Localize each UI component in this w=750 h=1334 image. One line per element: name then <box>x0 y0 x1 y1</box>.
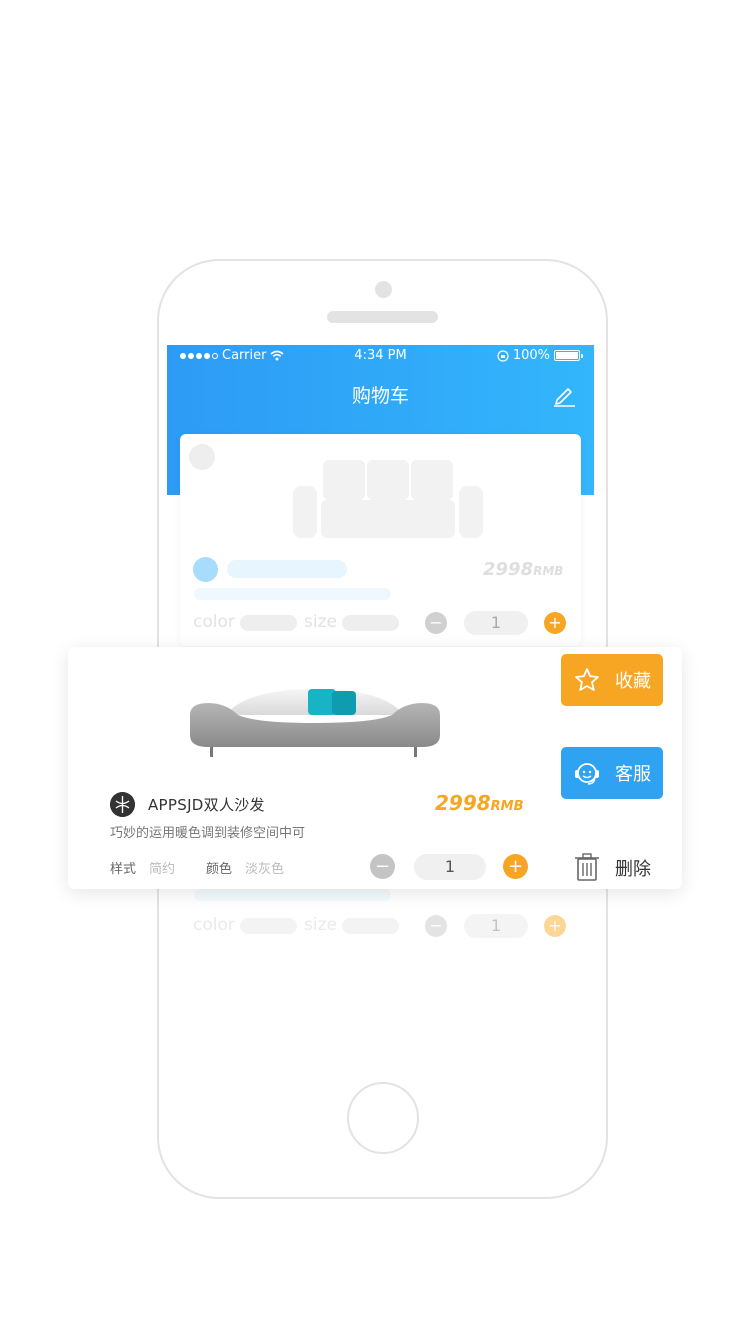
ghost-cart-item-bottom: color size − 1 + <box>180 885 581 945</box>
customer-service-button[interactable]: 客服 <box>561 747 663 799</box>
brand-logo <box>110 792 135 817</box>
ghost-quantity: 1 <box>464 611 528 635</box>
ghost-minus-button: − <box>425 612 447 634</box>
ghost-minus-button-bottom: − <box>425 915 447 937</box>
color-label: 颜色 <box>206 862 233 877</box>
battery-percent: 100% <box>512 348 550 363</box>
ghost-size-bar <box>342 615 399 631</box>
page-title: 购物车 <box>351 385 409 407</box>
headset-icon <box>575 763 599 785</box>
style-label: 样式 <box>110 862 137 877</box>
sofa-product-image <box>190 689 440 757</box>
ghost-plus-button-bottom: + <box>544 915 566 937</box>
ghost-name-bar <box>227 560 347 578</box>
ghost-quantity-bottom: 1 <box>464 914 528 938</box>
phone-camera <box>375 281 392 298</box>
delete-button[interactable]: 删除 <box>615 855 651 881</box>
color-value: 淡灰色 <box>245 862 285 877</box>
ghost-color-bar <box>240 615 297 631</box>
ghost-color-label: color <box>193 612 235 632</box>
ghost-color-bar-bottom <box>240 918 297 934</box>
phone-home-button[interactable] <box>347 1082 419 1154</box>
ghost-desc-bar-bottom <box>194 889 391 901</box>
cart-item-card[interactable]: APPSJD双人沙发 2998RMB 巧妙的运用暖色调到装修空间中可 样式 简约… <box>68 647 682 889</box>
battery-icon <box>554 350 583 361</box>
product-name: APPSJD双人沙发 <box>148 796 265 814</box>
ghost-price: 2998RMB <box>483 559 564 580</box>
ghost-desc-bar <box>194 588 391 600</box>
quantity-value[interactable]: 1 <box>414 854 486 880</box>
status-bar: Carrier 4:34 PM 100% <box>167 345 594 367</box>
ghost-plus-button: + <box>544 612 566 634</box>
trash-icon[interactable] <box>573 852 601 882</box>
edit-pen-icon[interactable] <box>551 381 577 407</box>
style-value: 简约 <box>149 862 176 877</box>
favorite-label: 收藏 <box>615 671 651 692</box>
ghost-brand-dot <box>193 557 218 582</box>
ghost-sofa-image <box>293 460 483 538</box>
ghost-color-label-bottom: color <box>193 915 235 935</box>
star-icon <box>575 668 599 691</box>
quantity-minus-button[interactable]: − <box>370 854 395 879</box>
ghost-size-label: size <box>304 612 337 632</box>
ghost-cart-item: 2998RMB color size − 1 + <box>180 434 581 646</box>
product-price: 2998RMB <box>435 791 524 815</box>
ghost-size-bar-bottom <box>342 918 399 934</box>
quantity-plus-button[interactable]: + <box>503 854 528 879</box>
customer-service-label: 客服 <box>615 764 651 785</box>
orientation-lock-icon <box>497 349 509 362</box>
favorite-button[interactable]: 收藏 <box>561 654 663 706</box>
phone-speaker <box>327 311 438 323</box>
ghost-size-label-bottom: size <box>304 915 337 935</box>
product-description: 巧妙的运用暖色调到装修空间中可 <box>110 826 306 841</box>
ghost-select-circle <box>189 444 215 470</box>
